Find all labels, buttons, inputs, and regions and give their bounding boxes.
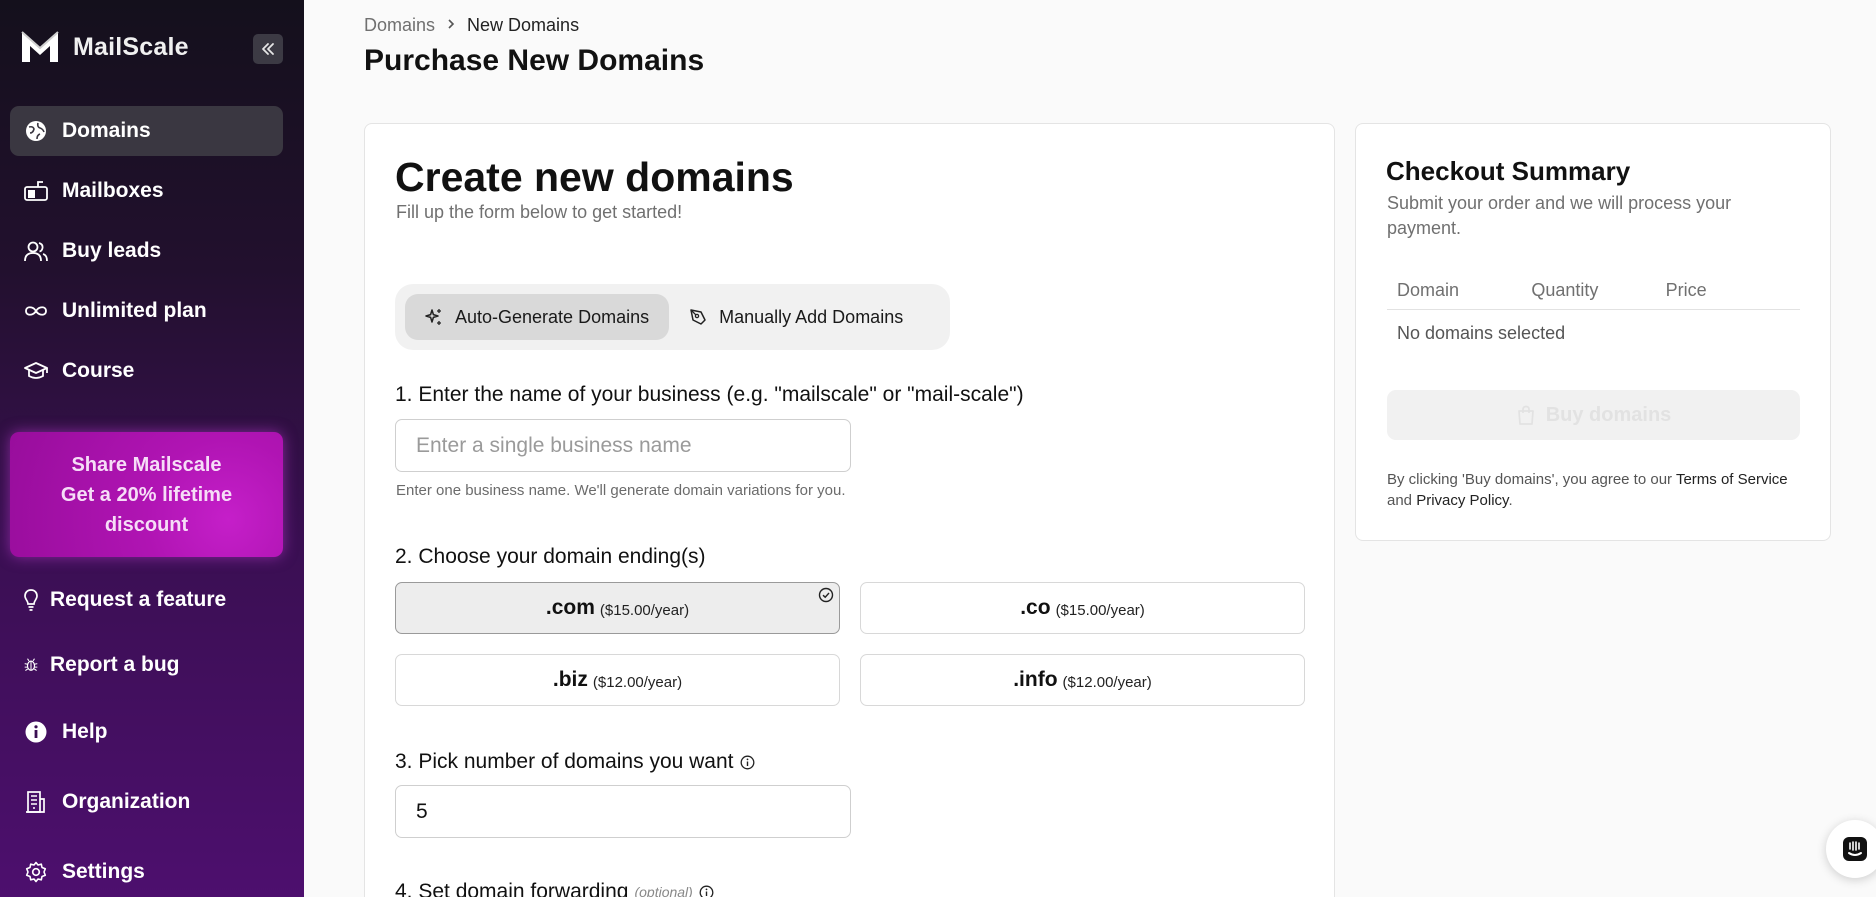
info-icon[interactable] xyxy=(699,885,714,897)
tld-name: .com xyxy=(545,596,595,619)
sidebar-item-report-bug[interactable]: Report a bug xyxy=(10,640,283,690)
check-circle-icon xyxy=(818,587,834,603)
checkout-subtitle: Submit your order and we will process yo… xyxy=(1387,193,1732,238)
sidebar-item-label: Help xyxy=(62,720,108,743)
support-chat-button[interactable] xyxy=(1826,820,1876,878)
manual-add-tab[interactable]: Manually Add Domains xyxy=(669,294,923,340)
tld-option-biz[interactable]: .biz ($12.00/year) xyxy=(395,654,840,706)
app-logo[interactable]: MailScale xyxy=(20,30,189,64)
tld-price: ($15.00/year) xyxy=(599,601,690,619)
lightbulb-icon xyxy=(24,588,38,612)
tld-name: .info xyxy=(1013,668,1058,691)
domain-count-label-row: 3. Pick number of domains you want xyxy=(395,750,755,774)
checkout-table: Domain Quantity Price No domains selecte… xyxy=(1387,272,1800,356)
domain-count-label: 3. Pick number of domains you want xyxy=(395,750,734,773)
sidebar: MailScale Domains Mailboxes Buy leads Un… xyxy=(0,0,304,897)
sidebar-item-buy-leads[interactable]: Buy leads xyxy=(10,226,283,276)
gear-icon xyxy=(24,860,48,884)
auto-generate-tab[interactable]: Auto-Generate Domains xyxy=(405,294,670,340)
breadcrumb-current: New Domains xyxy=(467,15,580,35)
sidebar-item-course[interactable]: Course xyxy=(10,346,283,396)
breadcrumb: Domains New Domains xyxy=(364,15,579,36)
chevrons-left-icon xyxy=(262,43,274,55)
table-header: Domain Quantity Price xyxy=(1387,272,1800,310)
domain-endings-label: 2. Choose your domain ending(s) xyxy=(395,545,706,568)
sidebar-item-settings[interactable]: Settings xyxy=(10,847,283,897)
manual-add-label: Manually Add Domains xyxy=(719,306,904,327)
page-title: Purchase New Domains xyxy=(364,44,705,77)
bug-icon xyxy=(24,653,38,677)
buy-domains-button[interactable]: Buy domains xyxy=(1387,390,1800,440)
chevron-right-icon xyxy=(446,17,456,35)
promo-discount: Get a 20% lifetime discount xyxy=(60,483,233,536)
sidebar-item-unlimited-plan[interactable]: Unlimited plan xyxy=(10,286,283,336)
form-subtitle: Fill up the form below to get started! xyxy=(396,202,683,222)
business-name-label: 1. Enter the name of your business (e.g.… xyxy=(395,383,1024,406)
business-name-input[interactable] xyxy=(395,419,851,472)
tld-name: .biz xyxy=(552,668,588,691)
tld-option-info[interactable]: .info ($12.00/year) xyxy=(860,654,1305,706)
tld-price: ($12.00/year) xyxy=(1062,673,1152,691)
sidebar-item-label: Request a feature xyxy=(50,588,227,611)
chat-icon xyxy=(1843,837,1867,861)
create-domains-form: Create new domains Fill up the form belo… xyxy=(364,123,1335,897)
domain-count-input[interactable] xyxy=(395,785,851,838)
business-name-hint: Enter one business name. We'll generate … xyxy=(396,482,846,499)
shopping-bag-icon xyxy=(1517,405,1534,425)
building-icon xyxy=(24,790,48,814)
empty-state: No domains selected xyxy=(1397,322,1566,343)
tld-option-com[interactable]: .com ($15.00/year) xyxy=(395,582,840,634)
info-icon[interactable] xyxy=(740,755,755,770)
buy-domains-label: Buy domains xyxy=(1545,403,1672,426)
mailscale-logo-icon xyxy=(21,31,59,62)
info-icon xyxy=(24,720,48,744)
breadcrumb-link-domains[interactable]: Domains xyxy=(364,15,435,36)
sidebar-item-label: Report a bug xyxy=(50,653,180,676)
domain-forwarding-label: 4. Set domain forwarding xyxy=(395,880,629,897)
sidebar-item-organization[interactable]: Organization xyxy=(10,777,283,827)
terms-of-service-link[interactable]: Terms of Service xyxy=(1676,471,1788,488)
tld-option-co[interactable]: .co ($15.00/year) xyxy=(860,582,1305,634)
share-promo-banner[interactable]: Share Mailscale Get a 20% lifetime disco… xyxy=(10,432,283,557)
sidebar-item-label: Course xyxy=(62,359,135,382)
sidebar-item-label: Mailboxes xyxy=(62,179,164,202)
optional-tag: (optional) xyxy=(634,884,693,897)
column-header-quantity: Quantity xyxy=(1531,280,1599,300)
tld-price: ($12.00/year) xyxy=(592,673,683,691)
collapse-sidebar-button[interactable] xyxy=(253,34,283,64)
column-header-price: Price xyxy=(1665,280,1707,300)
sidebar-item-domains[interactable]: Domains xyxy=(10,106,283,156)
globe-icon xyxy=(24,119,48,143)
promo-title: Share Mailscale xyxy=(71,453,222,476)
graduation-cap-icon xyxy=(24,359,48,383)
sparkles-icon xyxy=(425,309,441,325)
checkout-summary-card: Checkout Summary Submit your order and w… xyxy=(1355,123,1831,541)
sidebar-item-help[interactable]: Help xyxy=(10,707,283,757)
primary-nav: Domains Mailboxes Buy leads Unlimited pl… xyxy=(10,106,283,406)
infinity-icon xyxy=(24,299,48,323)
sidebar-item-label: Domains xyxy=(62,119,151,142)
app-name: MailScale xyxy=(73,32,189,61)
checkout-title: Checkout Summary xyxy=(1386,156,1631,186)
pen-tool-icon xyxy=(690,309,706,325)
tld-price: ($15.00/year) xyxy=(1055,601,1145,619)
sidebar-item-label: Unlimited plan xyxy=(62,299,207,322)
terms-notice: By clicking 'Buy domains', you agree to … xyxy=(1387,471,1788,509)
auto-generate-label: Auto-Generate Domains xyxy=(455,306,650,327)
column-header-domain: Domain xyxy=(1397,280,1460,300)
mailbox-icon xyxy=(24,179,48,203)
domain-forwarding-label-row: 4. Set domain forwarding (optional) xyxy=(395,880,714,897)
sidebar-item-label: Settings xyxy=(62,860,145,883)
sidebar-item-label: Buy leads xyxy=(62,239,162,262)
mode-toggle: Auto-Generate Domains Manually Add Domai… xyxy=(395,284,950,350)
sidebar-item-request-feature[interactable]: Request a feature xyxy=(10,575,283,625)
privacy-policy-link[interactable]: Privacy Policy xyxy=(1416,492,1508,509)
tld-name: .co xyxy=(1020,596,1051,619)
sidebar-item-mailboxes[interactable]: Mailboxes xyxy=(10,166,283,216)
users-icon xyxy=(24,239,48,263)
form-title: Create new domains xyxy=(395,154,794,200)
sidebar-item-label: Organization xyxy=(62,790,191,813)
